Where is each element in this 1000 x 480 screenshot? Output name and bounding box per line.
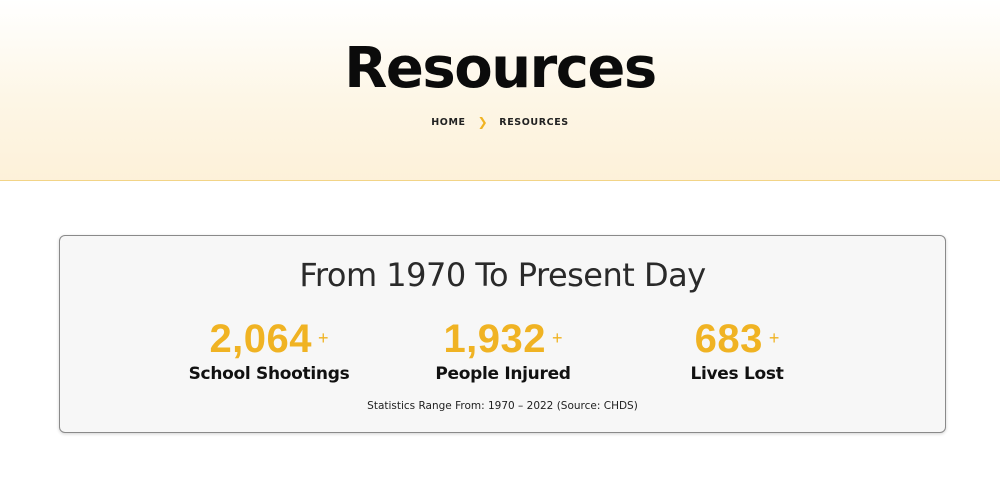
breadcrumb-current: RESOURCES	[499, 117, 569, 128]
stat-label: Lives Lost	[690, 364, 784, 384]
page-hero: Resources HOME ❯ RESOURCES	[0, 0, 1000, 181]
stat-school-shootings: 2,064 + School Shootings	[149, 314, 389, 386]
stat-value: 1,932	[443, 317, 547, 361]
statistics-card: From 1970 To Present Day 2,064 + School S…	[59, 235, 946, 433]
breadcrumb-home-link[interactable]: HOME	[431, 117, 465, 128]
stat-value: 2,064	[209, 317, 313, 361]
stat-suffix: +	[552, 328, 563, 348]
stat-suffix: +	[768, 328, 780, 348]
chevron-right-icon: ❯	[477, 115, 489, 129]
statistics-source-note: Statistics Range From: 1970 – 2022 (Sour…	[367, 400, 638, 412]
breadcrumb: HOME ❯ RESOURCES	[0, 114, 1000, 131]
stat-value: 683	[694, 317, 763, 361]
stat-people-injured: 1,932 + People Injured	[383, 314, 623, 386]
stat-suffix: +	[318, 328, 329, 348]
stat-label: School Shootings	[188, 364, 350, 384]
stat-number-row: 683 +	[617, 314, 857, 362]
stat-label: People Injured	[435, 364, 571, 384]
statistics-heading: From 1970 To Present Day	[299, 256, 706, 294]
stat-lives-lost: 683 + Lives Lost	[617, 314, 857, 386]
page-title: Resources	[344, 36, 657, 101]
stat-number-row: 2,064 +	[149, 314, 389, 362]
stat-number-row: 1,932 +	[383, 314, 623, 362]
